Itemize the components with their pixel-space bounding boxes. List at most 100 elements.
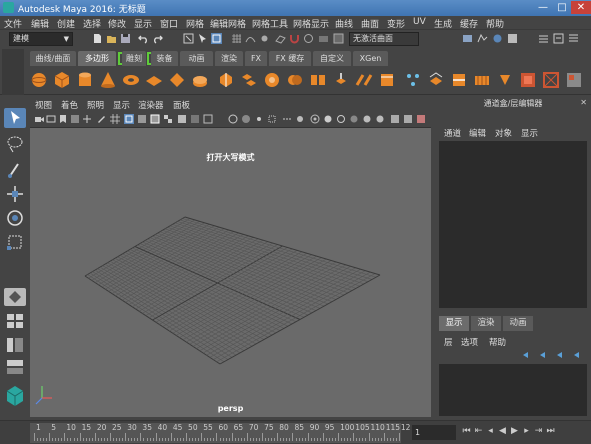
separate-icon[interactable]	[240, 71, 258, 89]
smooth-icon[interactable]	[263, 71, 281, 89]
perspective-viewport[interactable]: 打开大写模式 persp	[30, 128, 431, 417]
snap-plane-icon[interactable]	[275, 33, 286, 44]
bevel-icon[interactable]	[378, 71, 396, 89]
single-view-layout-icon[interactable]	[4, 288, 26, 306]
bridge-icon[interactable]	[355, 71, 373, 89]
rotate-tool-icon[interactable]	[4, 208, 26, 228]
close-panel-icon[interactable]: ✕	[580, 98, 587, 107]
play-forwards-icon[interactable]: ▶	[510, 426, 519, 437]
image-plane-icon[interactable]	[70, 114, 80, 124]
quad-draw-icon[interactable]	[496, 71, 514, 89]
menu-select[interactable]: 选择	[83, 17, 101, 30]
tab-fx[interactable]: FX	[245, 51, 267, 66]
snap-view-icon[interactable]	[303, 33, 314, 44]
save-scene-icon[interactable]	[120, 33, 131, 44]
persp-graph-layout-icon[interactable]	[4, 358, 26, 376]
poly-cone-icon[interactable]	[99, 71, 117, 89]
gamma-icon[interactable]	[403, 114, 413, 124]
field-chart-icon[interactable]	[349, 114, 359, 124]
select-hierarchy-icon[interactable]	[183, 33, 194, 44]
current-frame-field[interactable]: 1	[412, 425, 456, 440]
poly-cylinder-icon[interactable]	[76, 71, 94, 89]
two-d-pan-icon[interactable]	[82, 114, 92, 124]
multisample-aa-icon[interactable]	[295, 114, 305, 124]
step-back-frame-icon[interactable]: ◂	[486, 426, 495, 437]
lasso-tool-icon[interactable]	[4, 134, 26, 154]
move-layer-up-icon[interactable]	[523, 352, 528, 358]
screen-space-ao-icon[interactable]	[203, 114, 213, 124]
channel-menu-edit[interactable]: 编辑	[469, 127, 486, 139]
resolution-gate-icon[interactable]	[323, 114, 333, 124]
tab-rigging[interactable]: 装备	[151, 51, 178, 66]
tab-fx-cache[interactable]: FX 缓存	[269, 51, 311, 66]
render-settings-icon[interactable]	[507, 33, 518, 44]
tool-settings-toggle-icon[interactable]	[553, 33, 564, 44]
boolean-icon[interactable]	[286, 71, 304, 89]
redo-icon[interactable]	[152, 33, 163, 44]
step-back-key-icon[interactable]: ⇤	[474, 426, 483, 437]
xray-joints-icon[interactable]	[254, 114, 264, 124]
magnet-icon[interactable]	[289, 33, 300, 44]
open-scene-icon[interactable]	[106, 33, 117, 44]
panel-menu-panels[interactable]: 面板	[173, 99, 190, 111]
select-component-icon[interactable]	[211, 33, 222, 44]
grid-toggle-icon[interactable]	[110, 114, 120, 124]
channel-menu-channels[interactable]: 通道	[444, 127, 461, 139]
combine-icon[interactable]	[217, 71, 235, 89]
menu-curves[interactable]: 曲线	[335, 17, 353, 30]
menu-edit[interactable]: 编辑	[31, 17, 49, 30]
safe-action-icon[interactable]	[362, 114, 372, 124]
time-ruler[interactable]: 1 5 10 15 20 25 30 35 40 45 50 55 60 65 70 75 80 85 90 95 10…	[30, 423, 410, 443]
menu-cache[interactable]: 缓存	[460, 17, 478, 30]
tab-xgen[interactable]: XGen	[353, 51, 388, 66]
scale-tool-icon[interactable]	[4, 232, 26, 252]
exposure-icon[interactable]	[390, 114, 400, 124]
menu-mesh-display[interactable]: 网格显示	[293, 17, 329, 30]
ipr-render-icon[interactable]	[492, 33, 503, 44]
wireframe-icon[interactable]	[124, 114, 134, 124]
gate-mask-icon[interactable]	[336, 114, 346, 124]
xray-icon[interactable]	[241, 114, 251, 124]
shelf-menu-handle[interactable]	[2, 67, 24, 95]
undo-icon[interactable]	[138, 33, 149, 44]
render-frame-icon[interactable]	[477, 33, 488, 44]
new-layer-selected-icon[interactable]	[574, 352, 579, 358]
multi-cut-icon[interactable]	[450, 71, 468, 89]
safe-title-icon[interactable]	[375, 114, 385, 124]
poly-platonic-icon[interactable]	[191, 71, 209, 89]
paint-select-tool-icon[interactable]	[4, 160, 26, 180]
poly-plane-icon[interactable]	[145, 71, 163, 89]
sketchfab-icon[interactable]	[4, 384, 26, 408]
menu-generate[interactable]: 生成	[434, 17, 452, 30]
camera-attributes-icon[interactable]	[46, 114, 56, 124]
panel-menu-lighting[interactable]: 照明	[87, 99, 104, 111]
bookmarks-icon[interactable]	[58, 114, 68, 124]
new-empty-layer-icon[interactable]	[557, 352, 562, 358]
step-forward-key-icon[interactable]: ⇥	[534, 426, 543, 437]
tab-sculpting[interactable]: 雕刻	[122, 51, 146, 66]
history-icon[interactable]	[318, 33, 329, 44]
xray-components-icon[interactable]	[267, 114, 277, 124]
new-scene-icon[interactable]	[92, 33, 103, 44]
select-tool-icon[interactable]	[4, 108, 26, 128]
render-view-icon[interactable]	[462, 33, 473, 44]
tab-rendering[interactable]: 渲染	[215, 51, 243, 66]
channel-menu-object[interactable]: 对象	[495, 127, 512, 139]
maximize-button[interactable]: □	[552, 1, 572, 14]
menu-deform[interactable]: 变形	[387, 17, 405, 30]
extrude-icon[interactable]	[332, 71, 350, 89]
select-camera-icon[interactable]	[34, 114, 44, 124]
shadows-icon[interactable]	[190, 114, 200, 124]
tab-custom[interactable]: 自定义	[313, 51, 351, 66]
poly-disc-icon[interactable]	[168, 71, 186, 89]
live-surface-icon[interactable]	[333, 33, 344, 44]
step-forward-frame-icon[interactable]: ▸	[522, 426, 531, 437]
panel-menu-shading[interactable]: 着色	[61, 99, 78, 111]
attribute-editor-toggle-icon[interactable]	[538, 33, 549, 44]
menu-window[interactable]: 窗口	[160, 17, 178, 30]
poly-torus-icon[interactable]	[122, 71, 140, 89]
layer-list[interactable]	[439, 364, 587, 416]
target-weld-icon[interactable]	[473, 71, 491, 89]
depth-of-field-icon[interactable]	[310, 114, 320, 124]
tab-animation[interactable]: 动画	[180, 51, 213, 66]
